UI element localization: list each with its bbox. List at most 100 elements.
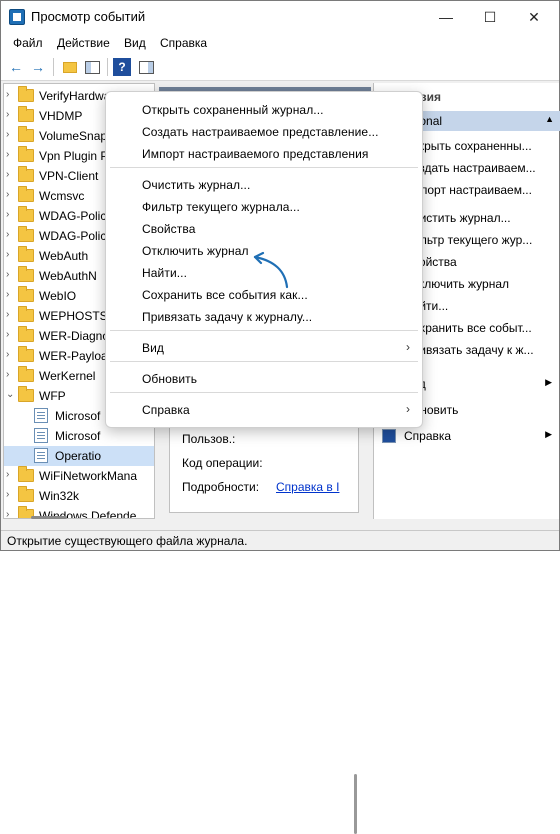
action-item[interactable]: Справка ▶ (374, 425, 560, 447)
chevron-right-icon: › (406, 340, 410, 354)
tree-item-label: WebAuth (39, 249, 89, 263)
menu-action[interactable]: Действие (57, 36, 110, 50)
context-menu-item-label: Свойства (142, 222, 196, 236)
minimize-button[interactable]: — (423, 1, 469, 33)
tree-item-label: WDAG-Polic (39, 229, 107, 243)
tree-item-label: WerKernel (39, 369, 96, 383)
tree-item-label: WebIO (39, 289, 77, 303)
folder-icon (18, 346, 34, 362)
context-menu-item[interactable]: Привязать задачу к журналу... (110, 306, 418, 328)
event-viewer-window: Просмотр событий — ☐ ✕ Файл Действие Вид… (0, 0, 560, 834)
detail-more-label: Подробности: (182, 480, 260, 494)
detail-help-link[interactable]: Справка в I (276, 480, 339, 494)
tree-item-label: WDAG-Polic (39, 209, 107, 223)
folder-up-icon[interactable] (61, 58, 79, 76)
context-menu-item[interactable]: Обновить (110, 368, 418, 390)
chevron-right-icon[interactable]: › (6, 469, 9, 480)
help-icon[interactable]: ? (113, 58, 131, 76)
context-menu-item[interactable]: Вид › (110, 337, 418, 359)
menu-help[interactable]: Справка (160, 36, 207, 50)
details-scrollbar[interactable] (354, 774, 357, 834)
tree-item-label: Win32k (39, 489, 80, 503)
folder-icon (18, 386, 34, 402)
context-menu-item[interactable]: Свойства (110, 218, 418, 240)
tree-item-label: VPN-Client (39, 169, 99, 183)
tree-item[interactable]: › Windows Defende (4, 506, 154, 518)
chevron-right-icon[interactable]: › (6, 269, 9, 280)
collapse-caret-icon[interactable]: ▲ (545, 114, 554, 124)
show-hide-action-pane-icon[interactable] (137, 58, 155, 76)
window-title: Просмотр событий (31, 9, 146, 24)
chevron-right-icon[interactable]: › (6, 89, 9, 100)
tree-item[interactable]: › WiFiNetworkMana (4, 466, 154, 486)
tree-horizontal-scrollbar[interactable] (31, 516, 67, 519)
chevron-right-icon[interactable]: › (6, 509, 9, 518)
help-icon (382, 429, 396, 443)
context-menu-item-label: Импорт настраиваемого представления (142, 147, 369, 161)
chevron-right-icon[interactable]: › (6, 489, 9, 500)
folder-icon (18, 306, 34, 322)
context-menu-item[interactable]: Фильтр текущего журнала... (110, 196, 418, 218)
chevron-right-icon[interactable]: › (6, 249, 9, 260)
chevron-down-icon[interactable]: ⌄ (6, 389, 14, 400)
action-item-label: Привязать задачу к ж... (404, 343, 534, 357)
tree-item-label: WebAuthN (39, 269, 97, 283)
menu-file[interactable]: Файл (13, 36, 43, 50)
context-menu-item-label: Вид (142, 341, 165, 355)
chevron-right-icon[interactable]: › (6, 109, 9, 120)
tree-item-label: VolumeSnap (39, 129, 108, 143)
chevron-right-icon[interactable]: › (6, 209, 9, 220)
back-arrow-icon[interactable]: ← (7, 58, 25, 76)
chevron-right-icon[interactable]: › (6, 289, 9, 300)
action-item-label: Сохранить все событ... (404, 321, 532, 335)
menu-separator (110, 392, 418, 393)
tree-item[interactable]: Operatio (4, 446, 154, 466)
tree-item-label: Microsof (55, 429, 101, 443)
toolbar-divider (107, 58, 108, 76)
detail-user-label: Пользов.: (182, 432, 236, 446)
tree-item[interactable]: › Win32k (4, 486, 154, 506)
tree-item-label: VHDMP (39, 109, 83, 123)
context-menu-item[interactable]: Импорт настраиваемого представления (110, 143, 418, 165)
folder-icon (18, 86, 34, 102)
chevron-right-icon: › (406, 402, 410, 416)
tree-item[interactable]: Microsof (4, 426, 154, 446)
tree-item-label: WiFiNetworkMana (39, 469, 138, 483)
context-menu-item[interactable]: Справка › (110, 399, 418, 421)
maximize-button[interactable]: ☐ (467, 1, 513, 33)
folder-icon (18, 246, 34, 262)
chevron-right-icon[interactable]: › (6, 169, 9, 180)
folder-icon (18, 186, 34, 202)
folder-icon (18, 126, 34, 142)
chevron-right-icon[interactable]: › (6, 309, 9, 320)
tree-item-label: WFP (39, 389, 66, 403)
chevron-right-icon[interactable]: › (6, 149, 9, 160)
action-item-label: Фильтр текущего жур... (404, 233, 533, 247)
folder-icon (18, 106, 34, 122)
tree-item-label: Vpn Plugin P (39, 149, 109, 163)
forward-arrow-icon[interactable]: → (29, 58, 47, 76)
annotation-arrow-icon (253, 251, 289, 289)
close-button[interactable]: ✕ (511, 1, 557, 33)
toolbar-divider (53, 58, 54, 76)
chevron-right-icon[interactable]: › (6, 329, 9, 340)
menu-view[interactable]: Вид (124, 36, 146, 50)
context-menu-item[interactable]: Очистить журнал... (110, 174, 418, 196)
chevron-right-icon[interactable]: › (6, 349, 9, 360)
tree-item-label: WER-Diagno (39, 329, 110, 343)
context-menu-item-label: Привязать задачу к журналу... (142, 310, 313, 324)
context-menu-item-label: Очистить журнал... (142, 178, 251, 192)
folder-icon (18, 466, 34, 482)
context-menu-item-label: Отключить журнал (142, 244, 249, 258)
context-menu-item[interactable]: Открыть сохраненный журнал... (110, 99, 418, 121)
folder-icon (18, 266, 34, 282)
menu-separator (110, 167, 418, 168)
action-item-label: Справка (404, 429, 452, 443)
chevron-right-icon[interactable]: › (6, 129, 9, 140)
chevron-right-icon[interactable]: › (6, 369, 9, 380)
log-icon (34, 408, 48, 423)
chevron-right-icon[interactable]: › (6, 229, 9, 240)
chevron-right-icon[interactable]: › (6, 189, 9, 200)
show-hide-tree-icon[interactable] (83, 58, 101, 76)
context-menu-item[interactable]: Создать настраиваемое представление... (110, 121, 418, 143)
